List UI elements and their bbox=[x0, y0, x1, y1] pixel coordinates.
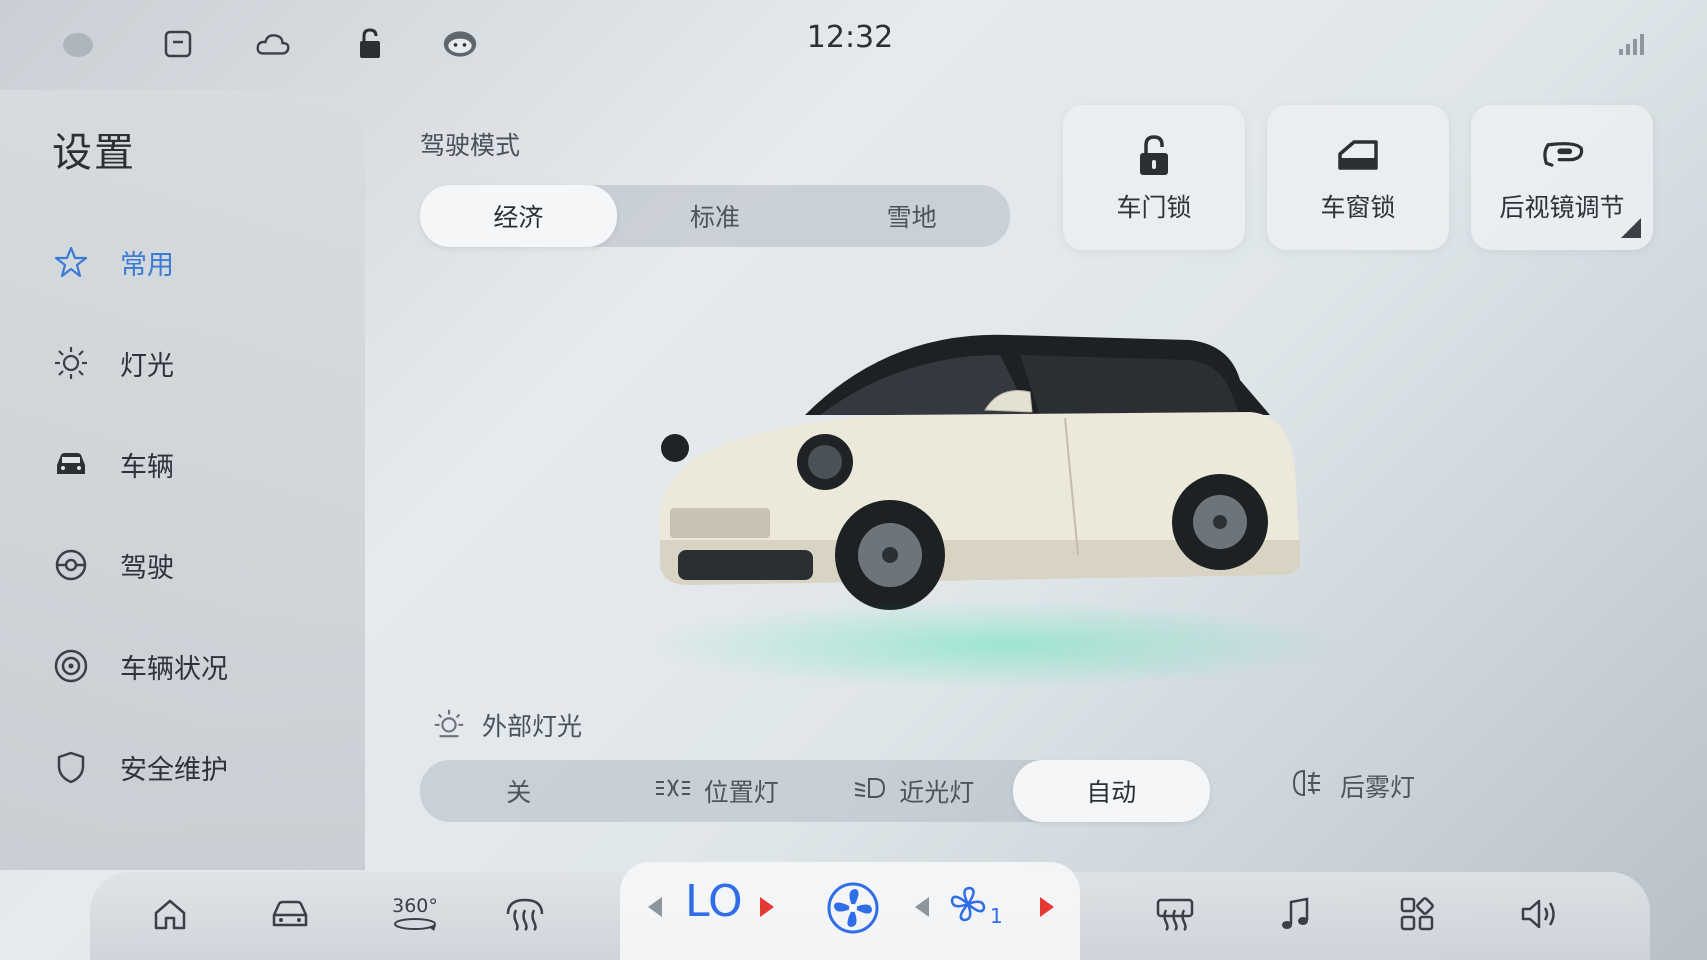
sidebar-item-label: 车辆 bbox=[120, 451, 174, 483]
temp-down-button[interactable] bbox=[648, 897, 662, 917]
drive-mode-label: 驾驶模式 bbox=[420, 131, 521, 160]
rear-fog-light-button[interactable]: 后雾灯 bbox=[1290, 768, 1415, 804]
position-light-icon bbox=[654, 776, 692, 806]
light-option-position[interactable]: 位置灯 bbox=[618, 760, 816, 822]
light-option-label: 自动 bbox=[1086, 778, 1137, 807]
drive-mode-snow[interactable]: 雪地 bbox=[813, 185, 1010, 247]
clock: 12:32 bbox=[806, 20, 894, 55]
profile-icon[interactable] bbox=[60, 26, 96, 62]
ac-fan-button[interactable] bbox=[825, 880, 881, 936]
storage-icon[interactable] bbox=[160, 26, 196, 62]
fan-speed-icon bbox=[948, 884, 988, 928]
sidebar-item-common[interactable]: 常用 bbox=[52, 234, 332, 290]
assistant-icon[interactable] bbox=[442, 26, 478, 62]
home-icon bbox=[152, 897, 188, 935]
volume-icon bbox=[1519, 897, 1561, 935]
fan-icon bbox=[825, 882, 881, 940]
car-glow bbox=[650, 600, 1350, 690]
front-defrost-icon bbox=[504, 896, 546, 936]
rear-defrost-button[interactable] bbox=[1145, 886, 1205, 946]
car-icon bbox=[52, 445, 90, 483]
sidebar-item-label: 驾驶 bbox=[120, 552, 174, 584]
light-option-low-beam[interactable]: 近光灯 bbox=[815, 760, 1013, 822]
temperature-value: LO bbox=[685, 876, 743, 927]
drive-mode-selector: 经济 标准 雪地 bbox=[420, 185, 1010, 247]
sidebar-item-safety[interactable]: 安全维护 bbox=[52, 739, 332, 795]
apps-icon bbox=[1399, 896, 1435, 936]
sidebar-item-lights[interactable]: 灯光 bbox=[52, 335, 332, 391]
sidebar-item-label: 安全维护 bbox=[120, 754, 228, 786]
light-icon bbox=[52, 344, 90, 382]
drive-mode-standard[interactable]: 标准 bbox=[617, 185, 814, 247]
sidebar-item-vehicle-status[interactable]: 车辆状况 bbox=[52, 638, 332, 694]
sidebar-item-label: 车辆状况 bbox=[120, 653, 228, 685]
music-icon bbox=[1279, 896, 1311, 936]
360-view-icon bbox=[392, 916, 438, 936]
360-view-button[interactable]: 360° bbox=[380, 886, 450, 946]
sidebar-item-label: 灯光 bbox=[120, 350, 174, 382]
window-lock-icon bbox=[1335, 132, 1381, 178]
exterior-light-icon bbox=[432, 706, 466, 744]
sidebar-item-label: 常用 bbox=[120, 249, 174, 281]
light-option-auto[interactable]: 自动 bbox=[1012, 760, 1210, 822]
signal-icon bbox=[1615, 26, 1651, 62]
door-lock-icon bbox=[1131, 132, 1177, 178]
drive-mode-eco[interactable]: 经济 bbox=[420, 185, 617, 247]
rear-fog-label: 后雾灯 bbox=[1340, 773, 1416, 802]
low-beam-icon bbox=[853, 776, 887, 806]
vehicle-illustration bbox=[630, 300, 1390, 700]
mirror-adjust-icon bbox=[1539, 132, 1585, 178]
home-button[interactable] bbox=[140, 886, 200, 946]
front-defrost-button[interactable] bbox=[495, 886, 555, 946]
music-button[interactable] bbox=[1265, 886, 1325, 946]
rear-fog-icon bbox=[1290, 768, 1324, 804]
light-option-label: 关 bbox=[506, 778, 532, 807]
mirror-adjust-button[interactable]: 后视镜调节 bbox=[1471, 105, 1653, 250]
door-lock-button[interactable]: 车门锁 bbox=[1063, 105, 1245, 250]
lock-icon[interactable] bbox=[352, 26, 388, 62]
sidebar-item-driving[interactable]: 驾驶 bbox=[52, 537, 332, 593]
window-lock-button[interactable]: 车窗锁 bbox=[1267, 105, 1449, 250]
rear-defrost-icon bbox=[1154, 896, 1196, 936]
shield-icon bbox=[52, 748, 90, 786]
exterior-lights-header: 外部灯光 bbox=[432, 706, 582, 744]
vehicle-status-icon bbox=[52, 647, 90, 685]
sidebar-item-vehicle[interactable]: 车辆 bbox=[52, 436, 332, 492]
fan-down-button[interactable] bbox=[915, 897, 929, 917]
cloud-icon[interactable] bbox=[255, 26, 291, 62]
exterior-lights-label: 外部灯光 bbox=[482, 712, 583, 741]
360-view-label: 360° bbox=[392, 895, 438, 917]
fan-speed-value: 1 bbox=[990, 904, 1003, 928]
window-lock-label: 车窗锁 bbox=[1320, 192, 1396, 222]
temp-up-button[interactable] bbox=[760, 897, 774, 917]
volume-button[interactable] bbox=[1510, 886, 1570, 946]
light-option-off[interactable]: 关 bbox=[420, 760, 618, 822]
vehicle-button[interactable] bbox=[260, 886, 320, 946]
star-icon bbox=[52, 243, 90, 281]
light-option-label: 近光灯 bbox=[899, 778, 975, 807]
apps-button[interactable] bbox=[1387, 886, 1447, 946]
page-title: 设置 bbox=[52, 130, 136, 176]
fan-speed-display: 1 bbox=[948, 884, 1003, 928]
door-lock-label: 车门锁 bbox=[1116, 192, 1192, 222]
steering-wheel-icon bbox=[52, 546, 90, 584]
exterior-lights-selector: 关 位置灯 近光灯 自动 bbox=[420, 760, 1210, 822]
status-bar: 12:32 bbox=[0, 0, 1707, 90]
mirror-adjust-label: 后视镜调节 bbox=[1499, 192, 1625, 222]
sidebar: 设置 常用 灯光 车辆 驾驶 车辆状况 安全维护 bbox=[0, 90, 365, 870]
fan-up-button[interactable] bbox=[1040, 897, 1054, 917]
climate-panel: LO 1 bbox=[620, 862, 1080, 960]
car-icon bbox=[269, 897, 311, 935]
expand-corner-icon bbox=[1621, 218, 1641, 238]
light-option-label: 位置灯 bbox=[703, 778, 779, 807]
